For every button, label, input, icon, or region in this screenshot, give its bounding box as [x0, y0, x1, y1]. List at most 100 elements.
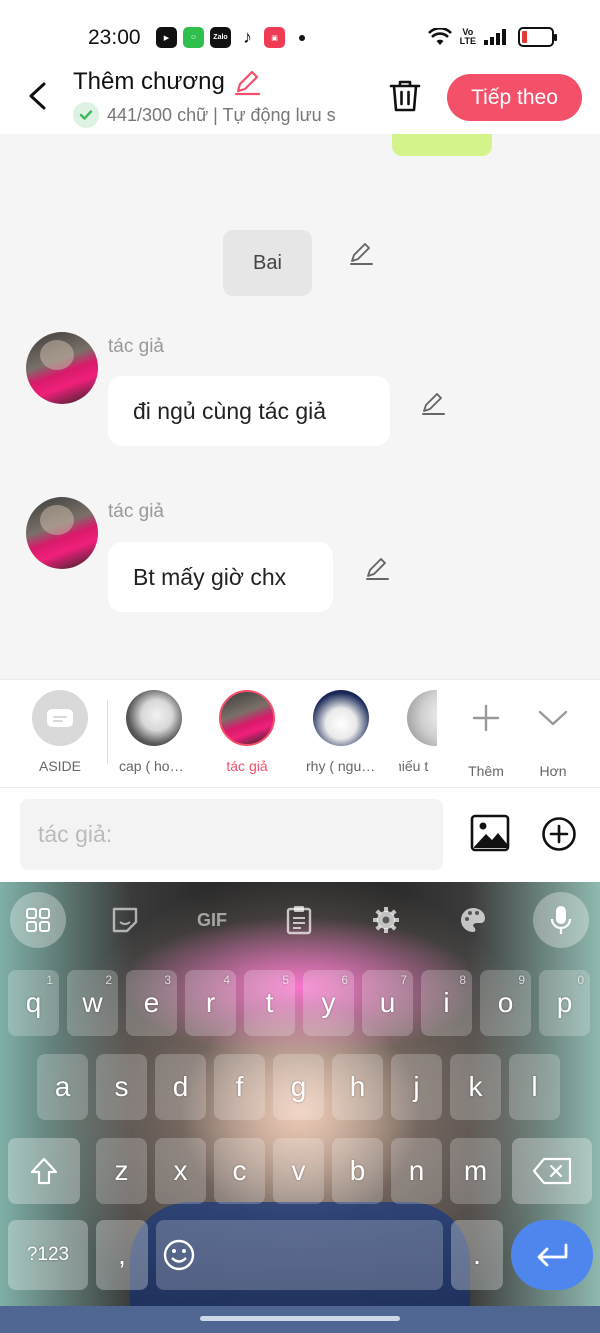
- narration-bubble[interactable]: Bai: [223, 230, 312, 296]
- back-arrow-icon[interactable]: [22, 78, 52, 114]
- clipboard-icon[interactable]: [271, 892, 327, 948]
- key-e[interactable]: e3: [126, 970, 177, 1036]
- key-w[interactable]: w2: [67, 970, 118, 1036]
- composer: tác giả:: [0, 787, 600, 882]
- character-avatar: [219, 690, 275, 746]
- key-r[interactable]: r4: [185, 970, 236, 1036]
- key-letter: y: [321, 987, 336, 1018]
- message-bubble[interactable]: Bt mấy giờ chx: [108, 542, 333, 612]
- character-item[interactable]: hiếu t: [399, 690, 437, 774]
- key-letter: m: [463, 1155, 488, 1186]
- character-avatar: [407, 690, 437, 746]
- microphone-icon[interactable]: [533, 892, 589, 948]
- key-j[interactable]: j: [391, 1054, 442, 1120]
- key-c[interactable]: c: [214, 1138, 265, 1204]
- edit-pencil-icon[interactable]: [364, 555, 390, 581]
- key-hint: 6: [341, 973, 348, 987]
- key-f[interactable]: f: [214, 1054, 265, 1120]
- character-avatar: [126, 690, 182, 746]
- key-t[interactable]: t5: [244, 970, 295, 1036]
- battery-icon: [518, 27, 557, 47]
- key-n[interactable]: n: [391, 1138, 442, 1204]
- image-icon[interactable]: [470, 814, 510, 852]
- spacebar-key[interactable]: [156, 1220, 443, 1290]
- key-s[interactable]: s: [96, 1054, 147, 1120]
- key-m[interactable]: m: [450, 1138, 501, 1204]
- editor-header: Thêm chương 441/300 chữ | Tự động lưu s …: [0, 62, 600, 134]
- word-count-status: 441/300 chữ | Tự động lưu s: [107, 104, 336, 125]
- key-x[interactable]: x: [155, 1138, 206, 1204]
- wechat-app-icon: ☺: [183, 27, 204, 48]
- key-y[interactable]: y6: [303, 970, 354, 1036]
- key-o[interactable]: o9: [480, 970, 531, 1036]
- palette-icon[interactable]: [445, 892, 501, 948]
- key-letter: z: [114, 1155, 129, 1186]
- key-z[interactable]: z: [96, 1138, 147, 1204]
- edit-title-pencil-icon[interactable]: [233, 68, 261, 96]
- key-letter: i: [443, 987, 450, 1018]
- edit-pencil-icon[interactable]: [348, 240, 374, 266]
- aside-icon: [32, 690, 88, 746]
- character-item[interactable]: rhy ( nguy...: [306, 690, 376, 774]
- message-input[interactable]: tác giả:: [20, 799, 443, 870]
- apps-grid-icon[interactable]: [10, 892, 66, 948]
- character-item-active[interactable]: tác giả: [212, 690, 282, 774]
- character-name: ASIDE: [38, 758, 81, 774]
- character-name: rhy ( nguy...: [306, 758, 376, 774]
- enter-arrow-icon: [537, 1243, 568, 1267]
- page-title: Thêm chương: [73, 68, 225, 95]
- key-letter: t: [265, 987, 274, 1018]
- message-text: Bt mấy giờ chx: [133, 563, 287, 590]
- more-characters-button[interactable]: Hơn: [518, 690, 588, 779]
- character-aside[interactable]: ASIDE: [25, 690, 95, 774]
- numbers-key[interactable]: ?123: [8, 1220, 88, 1290]
- key-g[interactable]: g: [273, 1054, 324, 1120]
- comma-key[interactable]: ,: [96, 1220, 148, 1290]
- character-item[interactable]: cap ( hoà...: [119, 690, 189, 774]
- trash-icon[interactable]: [388, 78, 422, 114]
- key-hint: 2: [105, 973, 112, 987]
- key-h[interactable]: h: [332, 1054, 383, 1120]
- key-p[interactable]: p0: [539, 970, 590, 1036]
- key-i[interactable]: i8: [421, 970, 472, 1036]
- message-bubble[interactable]: đi ngủ cùng tác giả: [108, 376, 390, 446]
- edit-pencil-icon[interactable]: [420, 390, 446, 416]
- character-name: tác giả: [226, 758, 268, 774]
- save-status-row: 441/300 chữ | Tự động lưu s: [73, 102, 363, 128]
- key-b[interactable]: b: [332, 1138, 383, 1204]
- gif-button[interactable]: GIF: [184, 892, 240, 948]
- home-gesture-handle[interactable]: [200, 1316, 400, 1321]
- period-key[interactable]: .: [451, 1220, 503, 1290]
- add-character-label: Thêm: [468, 763, 504, 779]
- volte-indicator: Vo LTE: [459, 27, 476, 46]
- key-a[interactable]: a: [37, 1054, 88, 1120]
- key-k[interactable]: k: [450, 1054, 501, 1120]
- key-letter: g: [290, 1071, 307, 1102]
- settings-gear-icon[interactable]: [358, 892, 414, 948]
- key-hint: 4: [223, 973, 230, 987]
- key-letter: e: [143, 987, 160, 1018]
- enter-key[interactable]: [511, 1220, 593, 1290]
- author-avatar[interactable]: [26, 332, 98, 404]
- previous-message-bubble[interactable]: [392, 134, 492, 156]
- key-v[interactable]: v: [273, 1138, 324, 1204]
- sticker-icon[interactable]: [97, 892, 153, 948]
- key-letter: w: [82, 987, 103, 1018]
- shift-key[interactable]: [8, 1138, 80, 1204]
- author-avatar[interactable]: [26, 497, 98, 569]
- backspace-key[interactable]: [512, 1138, 592, 1204]
- key-letter: x: [173, 1155, 188, 1186]
- comma-label: ,: [118, 1239, 126, 1270]
- key-l[interactable]: l: [509, 1054, 560, 1120]
- add-character-button[interactable]: Thêm: [451, 690, 521, 779]
- zalo-app-icon: Zalo: [210, 27, 231, 48]
- character-avatar: [313, 690, 369, 746]
- chat-area[interactable]: Bai tác giả đi ngủ cùng tác giả tác giả …: [0, 134, 600, 679]
- key-hint: 0: [577, 973, 584, 987]
- emoji-icon[interactable]: [162, 1238, 196, 1272]
- next-button[interactable]: Tiếp theo: [447, 74, 582, 121]
- key-d[interactable]: d: [155, 1054, 206, 1120]
- key-u[interactable]: u7: [362, 970, 413, 1036]
- key-q[interactable]: q1: [8, 970, 59, 1036]
- add-circle-icon[interactable]: [541, 816, 577, 852]
